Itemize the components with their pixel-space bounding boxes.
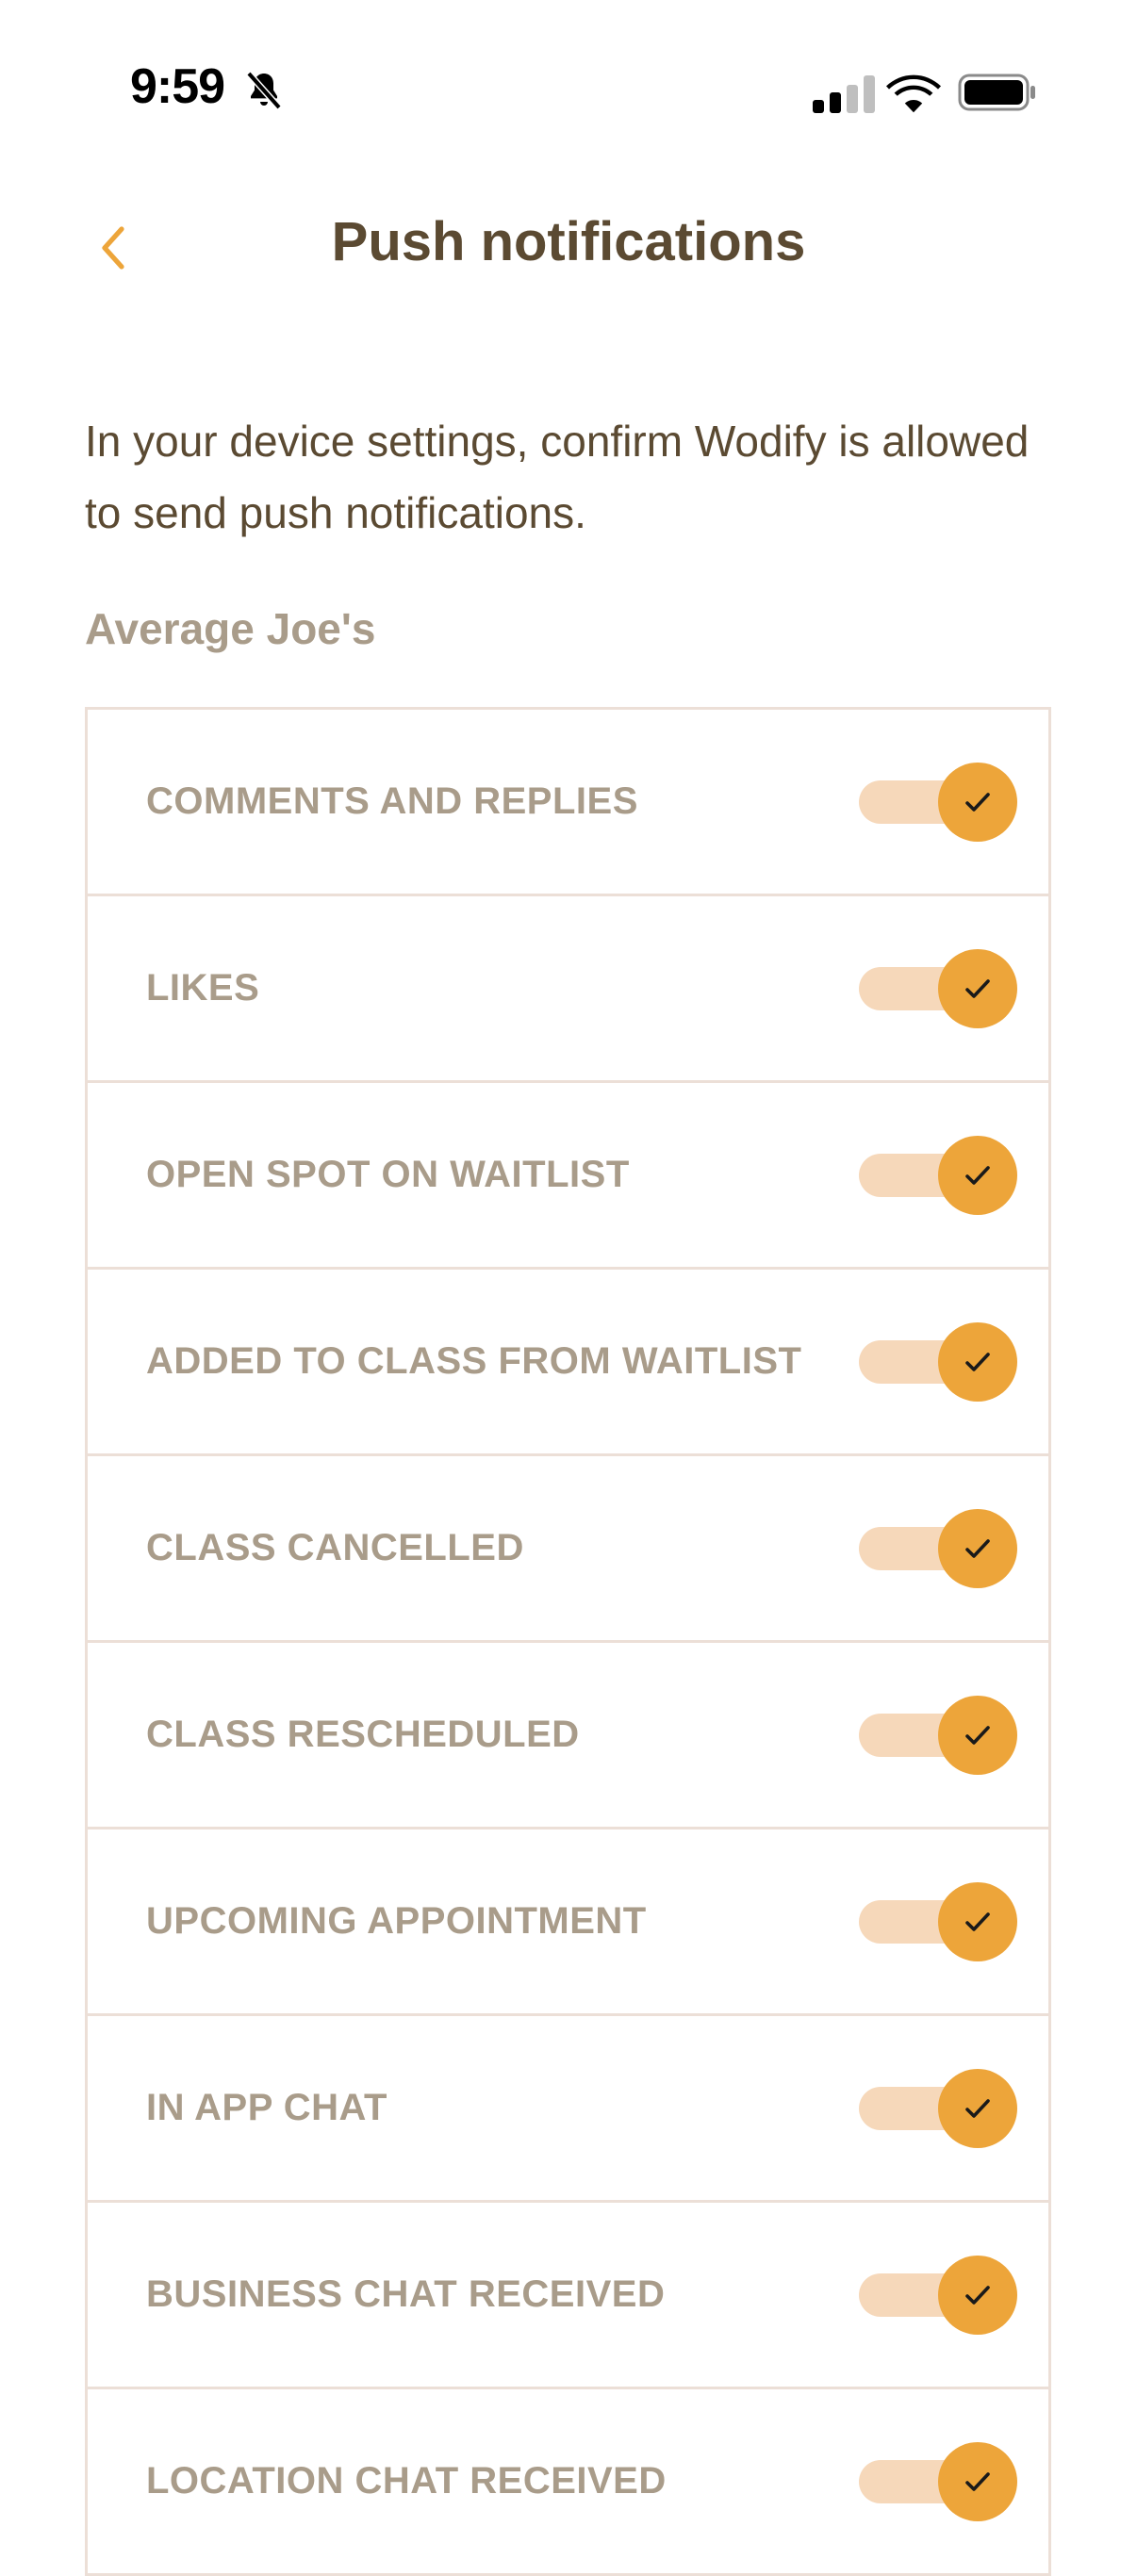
- setting-row: COMMENTS AND REPLIES: [88, 710, 1048, 896]
- toggle-knob: [938, 1321, 1017, 1402]
- setting-row: UPCOMING APPOINTMENT: [88, 1829, 1048, 2016]
- setting-toggle[interactable]: [859, 760, 1019, 845]
- setting-toggle[interactable]: [859, 1879, 1019, 1964]
- setting-label: ADDED TO CLASS FROM WAITLIST: [146, 1340, 802, 1382]
- toggle-knob: [938, 2441, 1017, 2521]
- setting-toggle[interactable]: [859, 1133, 1019, 1218]
- setting-toggle[interactable]: [859, 1693, 1019, 1778]
- checkmark-icon: [965, 1352, 990, 1371]
- status-time: 9:59: [130, 59, 225, 114]
- checkmark-icon: [965, 2285, 990, 2305]
- section-label: Average Joe's: [85, 604, 376, 653]
- checkmark-icon: [965, 1725, 990, 1745]
- setting-toggle[interactable]: [859, 1506, 1019, 1591]
- setting-toggle[interactable]: [859, 2253, 1019, 2338]
- bell-slash-icon: [246, 71, 282, 110]
- setting-label: COMMENTS AND REPLIES: [146, 780, 638, 822]
- setting-toggle[interactable]: [859, 2439, 1019, 2524]
- setting-label: OPEN SPOT ON WAITLIST: [146, 1154, 630, 1195]
- battery-icon: [958, 74, 1035, 111]
- page-title: Push notifications: [331, 211, 806, 272]
- toggle-knob: [938, 2068, 1017, 2148]
- checkmark-icon: [965, 2471, 990, 2491]
- setting-label: LIKES: [146, 967, 260, 1009]
- toggle-knob: [938, 762, 1017, 842]
- intro-text: In your device settings, confirm Wodify …: [85, 417, 1030, 537]
- toggle-knob: [938, 1508, 1017, 1588]
- toggle-knob: [938, 948, 1017, 1028]
- status-bar: 9:59: [0, 0, 1137, 184]
- toggle-knob: [938, 1881, 1017, 1961]
- checkmark-icon: [965, 2098, 990, 2118]
- setting-label: LOCATION CHAT RECEIVED: [146, 2460, 667, 2502]
- checkmark-icon: [965, 1911, 990, 1931]
- setting-row: LOCATION CHAT RECEIVED: [88, 2389, 1048, 2576]
- setting-toggle[interactable]: [859, 2066, 1019, 2151]
- setting-toggle[interactable]: [859, 1320, 1019, 1404]
- toggle-knob: [938, 1695, 1017, 1775]
- setting-toggle[interactable]: [859, 946, 1019, 1031]
- setting-label: IN APP CHAT: [146, 2087, 387, 2128]
- checkmark-icon: [965, 978, 990, 998]
- checkmark-icon: [965, 1538, 990, 1558]
- checkmark-icon: [965, 1165, 990, 1185]
- setting-row: CLASS RESCHEDULED: [88, 1643, 1048, 1829]
- checkmark-icon: [965, 792, 990, 812]
- setting-label: CLASS CANCELLED: [146, 1527, 524, 1568]
- cellular-signal-icon: [813, 75, 875, 113]
- setting-row: LIKES: [88, 896, 1048, 1083]
- wifi-icon: [886, 74, 941, 113]
- setting-label: CLASS RESCHEDULED: [146, 1714, 580, 1755]
- toggle-knob: [938, 1135, 1017, 1215]
- setting-row: OPEN SPOT ON WAITLIST: [88, 1083, 1048, 1270]
- setting-row: BUSINESS CHAT RECEIVED: [88, 2203, 1048, 2389]
- setting-label: UPCOMING APPOINTMENT: [146, 1900, 647, 1942]
- setting-label: BUSINESS CHAT RECEIVED: [146, 2273, 666, 2315]
- toggle-knob: [938, 2255, 1017, 2335]
- setting-row: CLASS CANCELLED: [88, 1456, 1048, 1643]
- setting-row: ADDED TO CLASS FROM WAITLIST: [88, 1270, 1048, 1456]
- nav-bar: Push notifications: [0, 184, 1137, 316]
- setting-row: IN APP CHAT: [88, 2016, 1048, 2203]
- notification-settings-list: COMMENTS AND REPLIES LIKES OPEN SPOT ON …: [85, 707, 1051, 2576]
